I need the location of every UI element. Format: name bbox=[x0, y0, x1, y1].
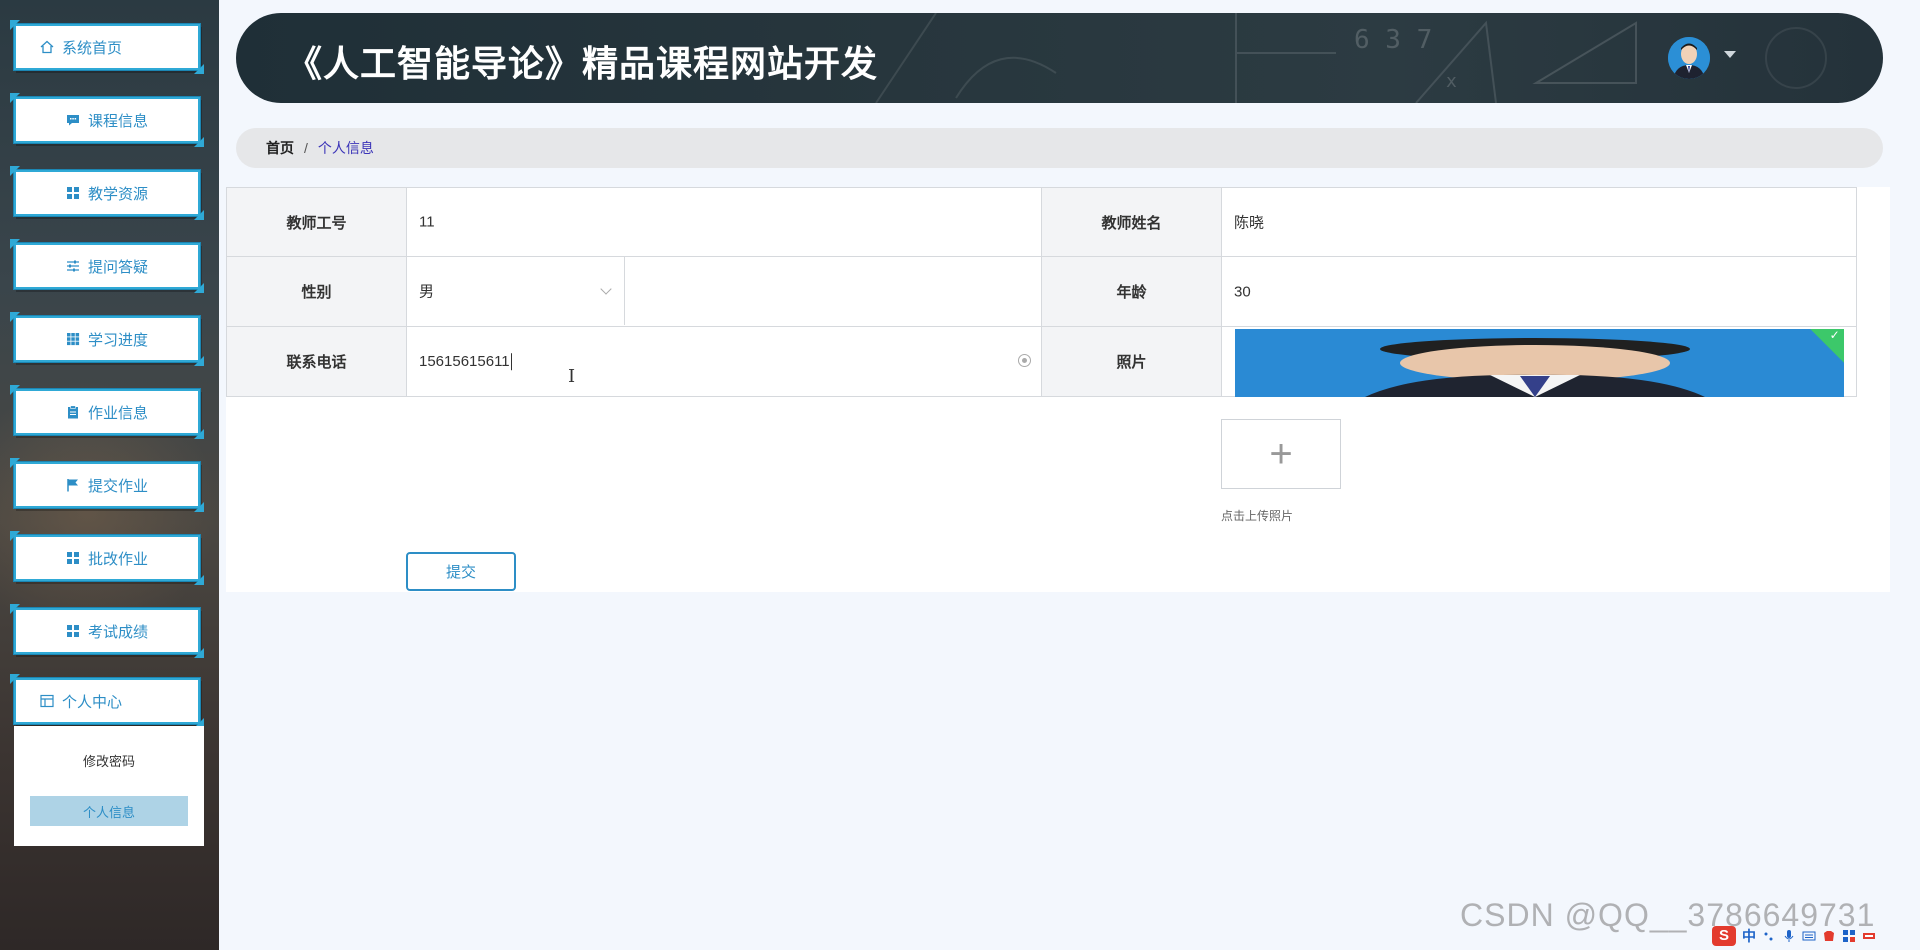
teacher-id-value: 11 bbox=[419, 213, 435, 231]
sidebar-item-label: 提问答疑 bbox=[87, 258, 148, 276]
sidebar-item-label: 教学资源 bbox=[87, 185, 148, 203]
teacher-name-value: 陈晓 bbox=[1234, 214, 1265, 232]
punctuation-icon[interactable] bbox=[1762, 929, 1776, 943]
chalk-letter: x bbox=[1446, 71, 1457, 92]
sidebar: 系统首页 课程信息 教学资源 提问答疑 学习进度 作业信息 提交作业 批改作业 … bbox=[0, 0, 219, 950]
sidebar-item-homework-info[interactable]: 作业信息 bbox=[14, 389, 200, 435]
sidebar-item-submit-homework[interactable]: 提交作业 bbox=[14, 462, 200, 508]
age-value: 30 bbox=[1234, 283, 1251, 300]
text-caret bbox=[510, 353, 512, 371]
phone-value: 15615615611 bbox=[419, 352, 510, 370]
sidebar-item-learning-progress[interactable]: 学习进度 bbox=[14, 316, 200, 362]
sidebar-item-label: 课程信息 bbox=[87, 112, 148, 130]
check-icon: ✓ bbox=[1829, 329, 1840, 343]
sidebar-item-grade-homework[interactable]: 批改作业 bbox=[14, 535, 200, 581]
chat-icon bbox=[66, 115, 79, 126]
submenu-item-personal-info[interactable]: 个人信息 bbox=[30, 796, 188, 826]
avatar-portrait-icon bbox=[1668, 37, 1710, 79]
system-tray: S 中 bbox=[1712, 925, 1918, 947]
photo-label: 照片 bbox=[1041, 326, 1222, 397]
ime-language-indicator[interactable]: 中 bbox=[1742, 926, 1756, 946]
skin-icon[interactable] bbox=[1822, 929, 1836, 943]
gender-select[interactable]: 男 bbox=[407, 257, 625, 325]
header-banner: 6 3 7 x 《人工智能导论》精品课程网站开发 bbox=[236, 13, 1883, 103]
submenu-item-change-password[interactable]: 修改密码 bbox=[30, 745, 188, 775]
chevron-down-icon bbox=[600, 283, 612, 295]
flag-icon bbox=[67, 479, 78, 492]
caret-down-icon[interactable] bbox=[1724, 51, 1736, 58]
age-field[interactable]: 30 bbox=[1221, 256, 1857, 327]
personal-center-submenu: 修改密码 个人信息 bbox=[14, 726, 204, 846]
submit-button[interactable]: 提交 bbox=[406, 552, 516, 591]
toolbox-icon[interactable] bbox=[1842, 929, 1856, 943]
mouse-text-cursor-icon: I bbox=[568, 366, 576, 387]
grid-icon bbox=[66, 333, 80, 346]
sidebar-item-teaching-resources[interactable]: 教学资源 bbox=[14, 170, 200, 216]
sidebar-item-label: 批改作业 bbox=[87, 550, 148, 568]
breadcrumb: 首页 / 个人信息 bbox=[236, 128, 1883, 168]
gender-value: 男 bbox=[419, 283, 435, 301]
grid-icon bbox=[66, 625, 79, 637]
teacher-name-field[interactable]: 陈晓 bbox=[1221, 187, 1857, 257]
gender-cell: 男 bbox=[406, 256, 1042, 327]
gender-label: 性别 bbox=[226, 256, 407, 327]
page-title: 《人工智能导论》精品课程网站开发 bbox=[286, 43, 879, 84]
age-label: 年龄 bbox=[1041, 256, 1222, 327]
teacher-id-label: 教师工号 bbox=[226, 187, 407, 257]
phone-field[interactable]: 15615615611 bbox=[406, 326, 1042, 397]
upload-tip: 点击上传照片 bbox=[1221, 509, 1294, 523]
ime-logo-icon[interactable]: S bbox=[1712, 926, 1736, 946]
home-icon bbox=[40, 40, 54, 54]
more-icon[interactable] bbox=[1862, 929, 1876, 943]
sidebar-item-label: 个人中心 bbox=[62, 693, 123, 711]
teacher-id-field[interactable]: 11 bbox=[406, 187, 1042, 257]
breadcrumb-current: 个人信息 bbox=[317, 140, 374, 156]
sidebar-item-label: 系统首页 bbox=[62, 39, 123, 57]
breadcrumb-separator: / bbox=[304, 140, 308, 156]
sidebar-item-label: 考试成绩 bbox=[87, 623, 148, 641]
sidebar-item-course-info[interactable]: 课程信息 bbox=[14, 97, 200, 143]
grid-icon bbox=[66, 552, 79, 564]
portrait-photo-image bbox=[1235, 329, 1844, 397]
phone-label: 联系电话 bbox=[226, 326, 407, 397]
sidebar-item-label: 作业信息 bbox=[87, 404, 148, 422]
keyboard-icon[interactable] bbox=[1802, 929, 1816, 943]
photo-upload-button[interactable]: + bbox=[1221, 419, 1341, 489]
microphone-icon[interactable] bbox=[1782, 929, 1796, 943]
clipboard-icon bbox=[67, 405, 78, 419]
sidebar-item-home[interactable]: 系统首页 bbox=[14, 24, 200, 70]
plus-icon: + bbox=[1269, 431, 1293, 476]
sliders-icon bbox=[66, 260, 79, 272]
sidebar-item-qa[interactable]: 提问答疑 bbox=[14, 243, 200, 289]
sidebar-item-personal-center[interactable]: 个人中心 bbox=[14, 678, 200, 724]
sidebar-item-label: 提交作业 bbox=[87, 477, 148, 495]
grid-icon bbox=[66, 187, 79, 199]
clear-icon[interactable] bbox=[1018, 354, 1031, 367]
teacher-name-label: 教师姓名 bbox=[1041, 187, 1222, 257]
phone-value-wrap: 15615615611 bbox=[419, 353, 512, 371]
sidebar-item-exam-scores[interactable]: 考试成绩 bbox=[14, 608, 200, 654]
photo-thumbnail[interactable]: ✓ bbox=[1235, 329, 1844, 397]
window-icon bbox=[40, 694, 54, 708]
user-avatar[interactable] bbox=[1668, 37, 1710, 79]
sidebar-item-label: 学习进度 bbox=[87, 331, 148, 349]
chalk-numbers: 6 3 7 bbox=[1354, 25, 1433, 55]
breadcrumb-home[interactable]: 首页 bbox=[266, 138, 294, 158]
